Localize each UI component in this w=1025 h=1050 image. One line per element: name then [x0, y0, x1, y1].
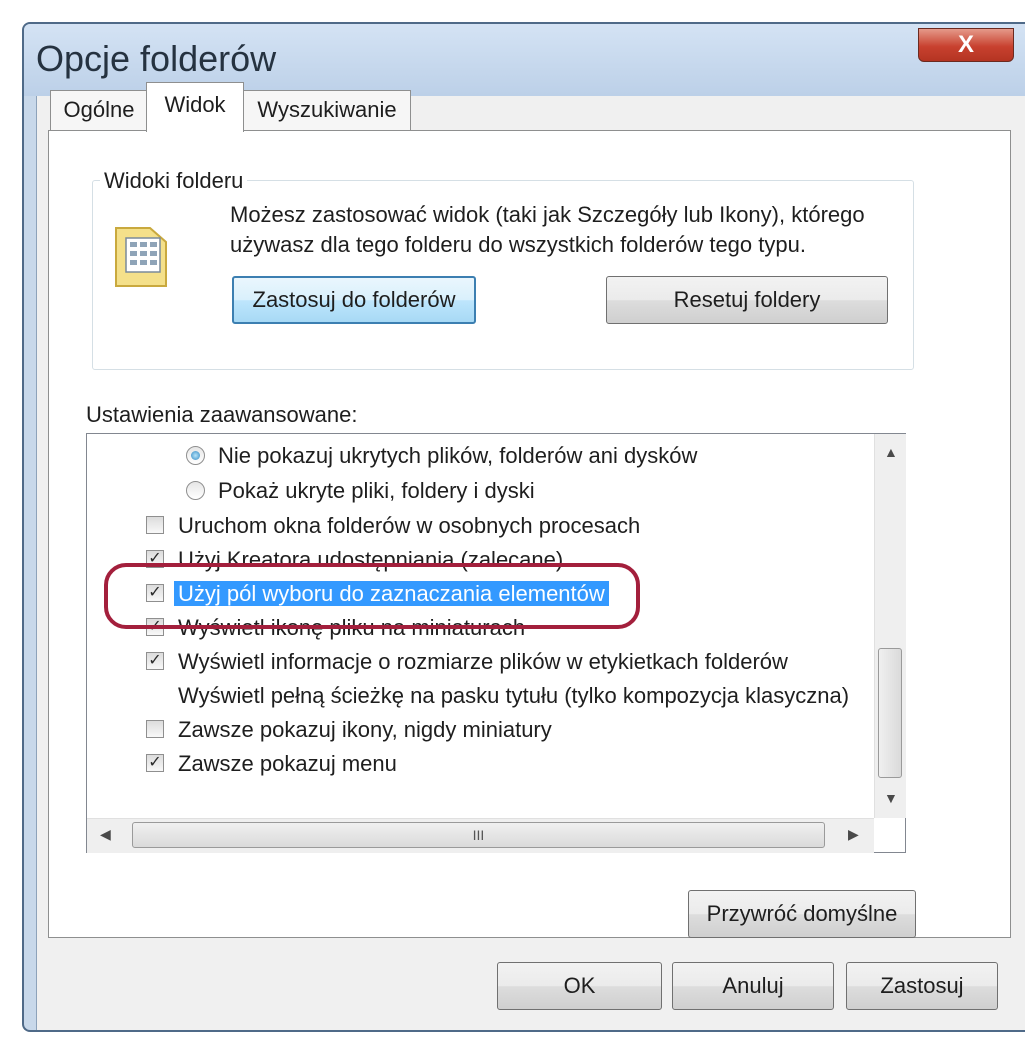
list-item[interactable]: Nie pokazuj ukrytych plików, folderów an…: [186, 440, 698, 472]
apply-to-folders-button[interactable]: Zastosuj do folderów: [232, 276, 476, 324]
list-item-label: Zawsze pokazuj ikony, nigdy miniatury: [178, 717, 552, 742]
restore-defaults-button[interactable]: Przywróć domyślne: [688, 890, 916, 938]
folder-view-icon: [110, 220, 174, 290]
list-item-label: Uruchom okna folderów w osobnych procesa…: [178, 513, 641, 538]
scroll-down-arrow-icon[interactable]: ▼: [884, 790, 898, 806]
vertical-scroll-thumb[interactable]: [878, 648, 902, 778]
tab-search[interactable]: Wyszukiwanie: [243, 90, 411, 130]
ok-button[interactable]: OK: [497, 962, 662, 1010]
list-item[interactable]: ✓ Zawsze pokazuj menu: [146, 748, 397, 780]
advanced-settings-label: Ustawienia zaawansowane:: [86, 402, 358, 427]
list-item-label: Wyświetl pełną ścieżkę na pasku tytułu (…: [178, 683, 850, 708]
close-button[interactable]: X: [918, 28, 1014, 62]
cancel-button[interactable]: Anuluj: [672, 962, 834, 1010]
checkbox[interactable]: [146, 720, 164, 738]
list-item[interactable]: Wyświetl pełną ścieżkę na pasku tytułu (…: [178, 680, 872, 712]
radio-button[interactable]: [186, 481, 205, 500]
scroll-right-arrow-icon[interactable]: ▶: [848, 826, 859, 843]
tab-general[interactable]: Ogólne: [50, 90, 148, 130]
radio-button[interactable]: [186, 446, 205, 465]
list-item-label: Nie pokazuj ukrytych plików, folderów an…: [218, 443, 698, 468]
folder-views-legend: Widoki folderu: [100, 168, 248, 194]
list-item-label: Zawsze pokazuj menu: [178, 751, 397, 776]
scroll-up-arrow-icon[interactable]: ▲: [884, 444, 898, 460]
list-item-label: Pokaż ukryte pliki, foldery i dyski: [218, 478, 535, 503]
apply-button[interactable]: Zastosuj: [846, 962, 998, 1010]
scroll-left-arrow-icon[interactable]: ◀: [100, 826, 111, 843]
reset-folders-button[interactable]: Resetuj foldery: [606, 276, 888, 324]
list-item[interactable]: Zawsze pokazuj ikony, nigdy miniatury: [146, 714, 552, 746]
checkbox[interactable]: ✓: [146, 652, 164, 670]
list-item[interactable]: ✓ Wyświetl informacje o rozmiarze plików…: [146, 646, 788, 678]
checkbox[interactable]: [146, 516, 164, 534]
tab-view[interactable]: Widok: [146, 82, 244, 132]
list-item[interactable]: Uruchom okna folderów w osobnych procesa…: [146, 510, 641, 542]
annotation-highlight-oval: [104, 563, 640, 629]
window-title: Opcje folderów: [36, 38, 277, 79]
checkbox[interactable]: ✓: [146, 754, 164, 772]
folder-views-description: Możesz zastosować widok (taki jak Szczeg…: [230, 202, 865, 257]
horizontal-scroll-thumb[interactable]: III: [132, 822, 825, 848]
list-item[interactable]: Pokaż ukryte pliki, foldery i dyski: [186, 475, 535, 507]
list-item-label: Wyświetl informacje o rozmiarze plików w…: [178, 649, 788, 674]
